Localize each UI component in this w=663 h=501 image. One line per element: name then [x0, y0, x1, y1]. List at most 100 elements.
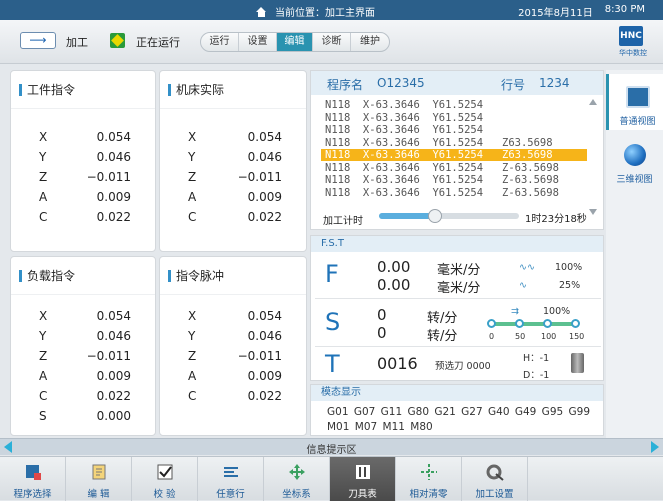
tab-edit[interactable]: 编辑	[277, 33, 313, 51]
edit-button[interactable]: 编 辑	[66, 457, 132, 501]
run-status-icon	[110, 33, 125, 48]
status-bar: 当前位置：加工主界面 2015年8月11日 8:30 PM	[0, 0, 663, 20]
info-label: 信息提示区	[306, 445, 357, 456]
tab-diagnose[interactable]: 诊断	[313, 33, 351, 51]
check-icon	[157, 464, 173, 480]
feed-letter: F	[325, 260, 339, 288]
axis-label: C	[188, 210, 197, 224]
gcode-line[interactable]: N118 X-63.3646 Y61.5254 Z-63.5698	[325, 187, 587, 199]
machining-settings-button[interactable]: 加工设置	[462, 457, 528, 501]
axis-label: X	[39, 309, 48, 323]
function-button-label: 刀具表	[348, 489, 377, 500]
gcode-line[interactable]: N118 X-63.3646 Y61.5254 Z63.5698	[325, 137, 587, 149]
scroll-up-icon[interactable]	[589, 99, 597, 105]
axis-label: A	[188, 190, 197, 204]
axis-row: Y 0.046	[160, 148, 306, 168]
work-cmd-panel: 工件指令 X 0.054 Y 0.046 Z −0.011 A 0.009 C 0.022	[10, 70, 156, 252]
axis-row: Y 0.046	[160, 327, 306, 347]
wave-fast-icon: ∿∿	[519, 262, 535, 273]
modal-codes-line: M01 M07 M11 M80	[327, 421, 433, 433]
feed-value: 0.00	[377, 258, 411, 276]
timer-progress-knob	[428, 209, 442, 223]
mode-arrow-icon[interactable]: ⟶	[20, 32, 56, 49]
function-button-label: 程序选择	[13, 489, 52, 500]
program-select-icon	[26, 465, 41, 480]
tab-run[interactable]: 运行	[201, 33, 239, 51]
axis-value: 0.009	[96, 190, 131, 204]
gcode-line-current[interactable]: N118 X-63.3646 Y61.5254 Z63.5698	[321, 149, 587, 161]
axis-row: Y 0.046	[11, 327, 155, 347]
program-select-button[interactable]: 程序选择	[0, 457, 66, 501]
spindle-unit: 转/分	[427, 329, 458, 344]
fst-title: F.S.T	[311, 236, 603, 252]
axis-row: A 0.009	[160, 367, 306, 387]
program-name: O12345	[377, 76, 425, 90]
timer-progress-fill	[379, 213, 435, 219]
axis-label: X	[188, 309, 197, 323]
modal-panel: 模态显示 G01 G07 G11 G80 G21 G27 G40 G49 G95…	[310, 384, 604, 436]
axis-value: −0.011	[237, 349, 282, 363]
home-icon[interactable]	[256, 6, 267, 17]
run-status-label: 正在运行	[136, 36, 180, 49]
scale-label: 150	[569, 332, 585, 341]
brand-logo: HNC	[619, 26, 643, 46]
axis-value: 0.046	[247, 329, 282, 343]
divider	[315, 298, 601, 299]
axis-row: X 0.054	[11, 307, 155, 327]
tool-table-button[interactable]: 刀具表	[330, 457, 396, 501]
scale-label: 0	[489, 332, 495, 341]
program-scrollbar[interactable]	[589, 99, 597, 215]
coordinate-button[interactable]: 坐标系	[264, 457, 330, 501]
modal-codes-line: G01 G07 G11 G80 G21 G27 G40 G49 G95 G99	[327, 406, 591, 418]
function-bar: 程序选择 编 辑 校 验 任意行 坐标系 刀具表 相对清零 加工设置	[0, 456, 663, 501]
fst-panel: F.S.T F 0.00 0.00 毫米/分 毫米/分 ∿∿ ∿ 100% 25…	[310, 235, 604, 381]
axis-row: C 0.022	[11, 387, 155, 407]
axis-row: X 0.054	[160, 307, 306, 327]
axis-row: X 0.054	[160, 128, 306, 148]
verify-button[interactable]: 校 验	[132, 457, 198, 501]
axis-value: 0.046	[96, 150, 131, 164]
tool-number: 0016	[377, 354, 418, 373]
axis-value: 0.022	[247, 389, 282, 403]
tool-icon	[571, 353, 584, 373]
gcode-line[interactable]: N118 X-63.3646 Y61.5254	[325, 124, 587, 136]
scroll-down-icon[interactable]	[589, 209, 597, 215]
gcode-line[interactable]: N118 X-63.3646 Y61.5254	[325, 99, 587, 111]
axis-row: Z −0.011	[160, 347, 306, 367]
spindle-value: 0	[377, 306, 387, 324]
axis-value: 0.046	[247, 150, 282, 164]
d-offset: D：-1	[523, 370, 550, 381]
axis-label: C	[39, 210, 48, 224]
main-tabs: 运行 设置 编辑 诊断 维护	[200, 32, 390, 52]
gcode-line[interactable]: N118 X-63.3646 Y61.5254 Z-63.5698	[325, 174, 587, 186]
any-line-button[interactable]: 任意行	[198, 457, 264, 501]
info-bar: 信息提示区	[0, 438, 663, 456]
axis-label: Y	[39, 329, 47, 343]
info-next-icon[interactable]	[651, 441, 659, 453]
axis-value: 0.054	[96, 130, 131, 144]
relative-zero-button[interactable]: 相对清零	[396, 457, 462, 501]
time-text: 8:30 PM	[604, 4, 645, 15]
gcode-line[interactable]: N118 X-63.3646 Y61.5254	[325, 112, 587, 124]
tab-settings[interactable]: 设置	[239, 33, 277, 51]
program-name-label: 程序名	[327, 78, 364, 92]
axis-value: −0.011	[86, 170, 131, 184]
rapid-override: 25%	[559, 280, 581, 291]
normal-view-button[interactable]: 普通视图	[606, 74, 663, 130]
axis-value: 0.022	[96, 389, 131, 403]
timer-label: 加工计时	[323, 216, 363, 227]
any-line-icon	[224, 467, 238, 477]
divider	[315, 346, 601, 347]
tab-maintain[interactable]: 维护	[351, 33, 389, 51]
axis-label: Y	[188, 150, 196, 164]
3d-view-button[interactable]: 三维视图	[606, 132, 663, 188]
location-text: 当前位置：加工主界面	[275, 8, 375, 19]
axis-value: 0.022	[96, 210, 131, 224]
axis-label: A	[188, 369, 197, 383]
axis-value: −0.011	[86, 349, 131, 363]
axis-row: C 0.022	[160, 387, 306, 407]
feed-unit: 毫米/分	[437, 281, 481, 296]
gcode-line[interactable]: N118 X-63.3646 Y61.5254 Z-63.5698	[325, 162, 587, 174]
coordinate-icon	[289, 464, 305, 480]
relative-zero-icon	[421, 464, 437, 480]
